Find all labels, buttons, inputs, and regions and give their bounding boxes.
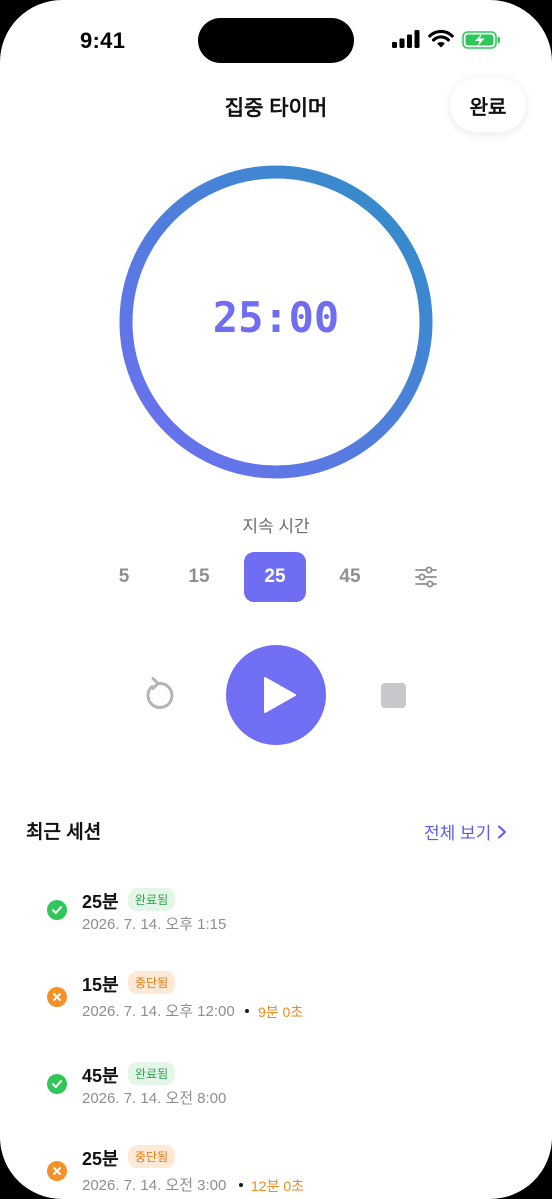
duration-option-15[interactable]: 15 <box>168 552 230 602</box>
session-date: 2026. 7. 14. 오후 12:00 <box>82 1003 235 1020</box>
duration-option-25[interactable]: 25 <box>244 552 306 602</box>
status-bar: 9:41 <box>0 0 552 80</box>
elapsed-time: 9분 0초 <box>258 1004 304 1020</box>
status-badge: 중단됨 <box>128 1145 176 1168</box>
session-date: 2026. 7. 14. 오전 8:00 <box>82 1090 227 1107</box>
play-button[interactable] <box>226 645 326 745</box>
battery-charging-icon <box>462 31 500 49</box>
play-icon <box>264 677 296 713</box>
recent-sessions-title: 최근 세션 <box>26 822 102 843</box>
session-date: 2026. 7. 14. 오후 1:15 <box>82 916 227 933</box>
separator-dot <box>239 1183 243 1187</box>
duration-option-5[interactable]: 5 <box>93 552 155 602</box>
session-duration: 45분 <box>82 1066 119 1086</box>
see-all-label: 전체 보기 <box>424 824 492 843</box>
cellular-signal-icon <box>392 30 420 48</box>
status-time: 9:41 <box>80 28 126 53</box>
completed-check-icon <box>47 1074 67 1094</box>
status-badge: 완료됨 <box>128 1062 176 1085</box>
wifi-icon <box>428 29 454 48</box>
stopped-x-icon <box>47 987 67 1007</box>
duration-option-45[interactable]: 45 <box>319 552 381 602</box>
status-badge: 완료됨 <box>128 888 176 911</box>
session-date: 2026. 7. 14. 오전 3:00 <box>82 1177 227 1194</box>
reset-icon[interactable] <box>140 676 178 714</box>
stop-button[interactable] <box>381 683 406 708</box>
elapsed-time: 12분 0초 <box>251 1178 305 1194</box>
timer-display: 25:00 <box>212 293 340 342</box>
session-duration: 25분 <box>82 1149 119 1169</box>
done-button[interactable]: 완료 <box>450 78 526 132</box>
see-all-link[interactable]: 전체 보기 <box>424 819 507 844</box>
stopped-x-icon <box>47 1161 67 1181</box>
session-row[interactable]: 25분 중단됨 2026. 7. 14. 오전 3:00 12분 0초 <box>0 1137 552 1199</box>
session-row[interactable]: 15분 중단됨 2026. 7. 14. 오후 12:00 9분 0초 <box>0 963 552 1043</box>
duration-label: 지속 시간 <box>242 517 310 536</box>
custom-duration-sliders-icon[interactable] <box>414 566 438 588</box>
completed-check-icon <box>47 900 67 920</box>
session-row[interactable]: 45분 완료됨 2026. 7. 14. 오전 8:00 <box>0 1054 552 1134</box>
session-duration: 15분 <box>82 975 119 995</box>
dynamic-island <box>198 18 354 63</box>
status-badge: 중단됨 <box>128 971 176 994</box>
session-row[interactable]: 25분 완료됨 2026. 7. 14. 오후 1:15 <box>0 880 552 960</box>
app-screen: 9:41 집중 타이머 완료 25:00 지속 시간 5 15 25 45 최근… <box>0 0 552 1199</box>
separator-dot <box>245 1009 249 1013</box>
chevron-right-icon <box>498 825 507 838</box>
session-duration: 25분 <box>82 892 119 912</box>
